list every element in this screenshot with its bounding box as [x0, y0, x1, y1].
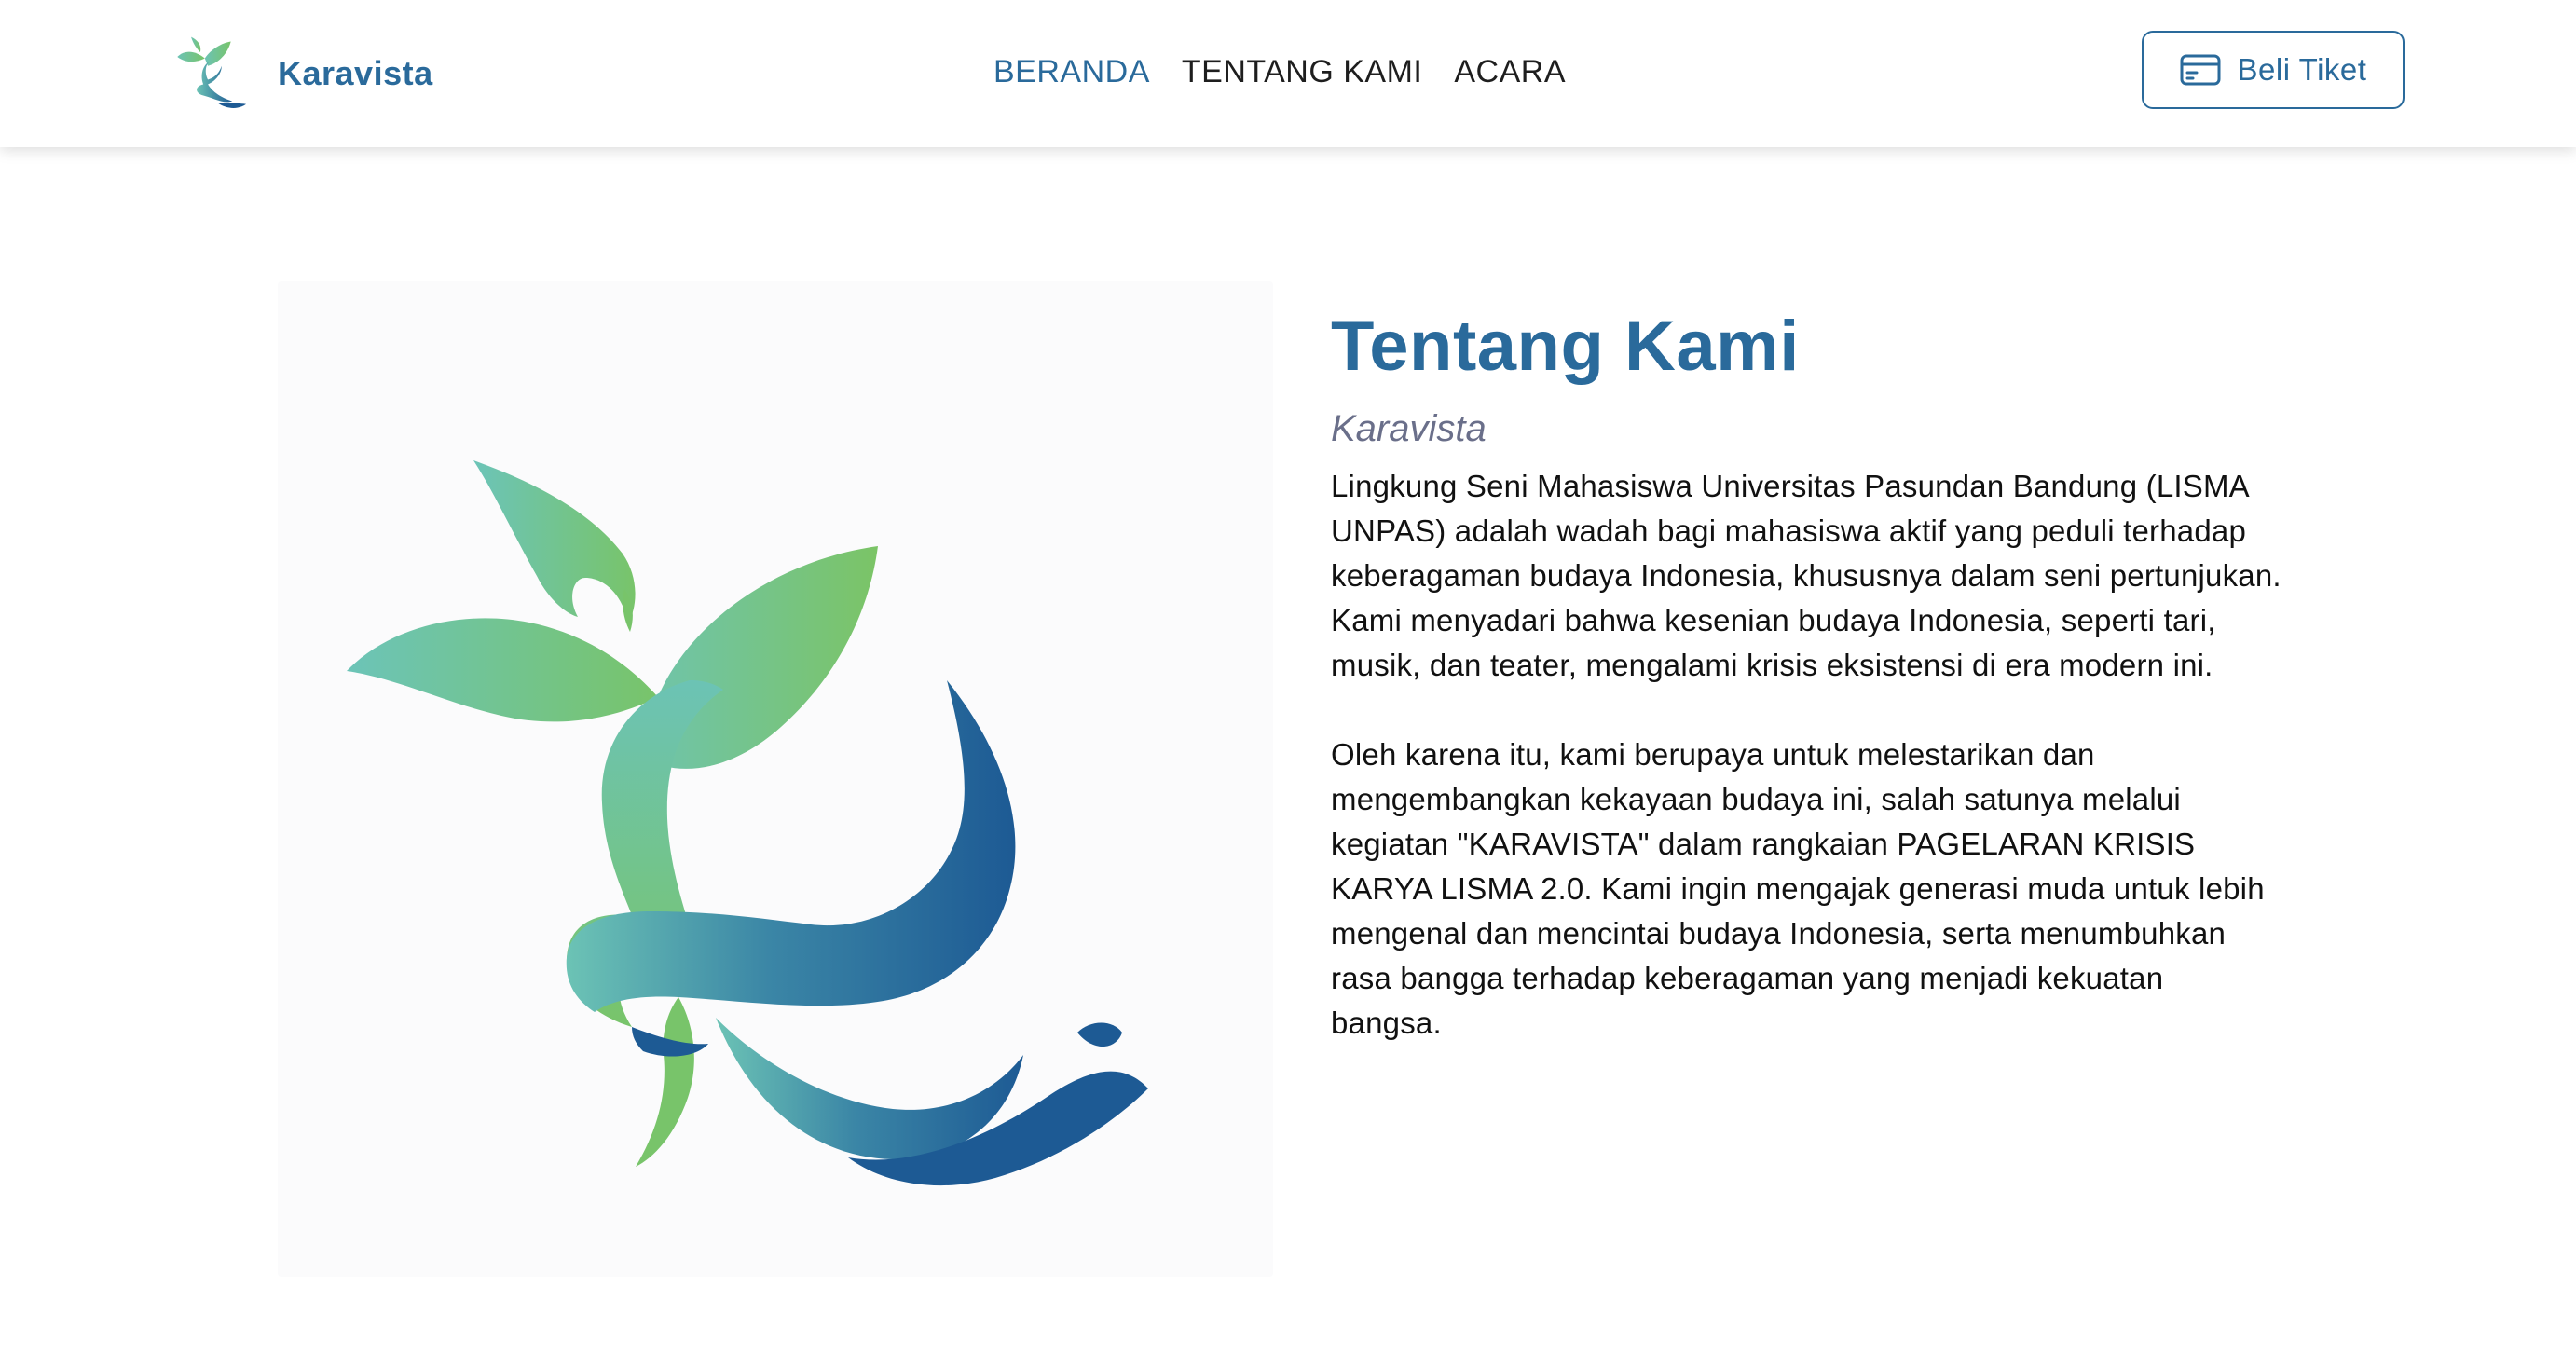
- top-navbar: Karavista BERANDA TENTANG KAMI ACARA Bel…: [0, 0, 2576, 147]
- nav-acara[interactable]: ACARA: [1454, 54, 1566, 90]
- karavista-emblem: [347, 460, 1148, 1186]
- about-paragraph-2: Oleh karena itu, kami berupaya untuk mel…: [1331, 736, 2265, 1040]
- about-text: Tentang Kami Karavista Lingkung Seni Mah…: [1331, 308, 2281, 1046]
- main-nav: BERANDA TENTANG KAMI ACARA: [993, 48, 1597, 95]
- about-title: Tentang Kami: [1331, 307, 1800, 386]
- nav-beranda[interactable]: BERANDA: [993, 54, 1150, 90]
- karavista-emblem-image: [278, 281, 1273, 1277]
- credit-card-icon: [2180, 54, 2221, 86]
- nav-tentang-kami[interactable]: TENTANG KAMI: [1182, 54, 1423, 90]
- karavista-logo-icon: [177, 36, 247, 108]
- about-paragraph-1: Lingkung Seni Mahasiswa Universitas Pasu…: [1331, 468, 2281, 682]
- buy-ticket-label: Beli Tiket: [2237, 52, 2367, 87]
- buy-ticket-button[interactable]: Beli Tiket: [2142, 31, 2405, 109]
- about-subtitle: Karavista: [1331, 407, 1487, 449]
- brand-name: Karavista: [278, 54, 433, 92]
- brand[interactable]: Karavista: [171, 35, 433, 112]
